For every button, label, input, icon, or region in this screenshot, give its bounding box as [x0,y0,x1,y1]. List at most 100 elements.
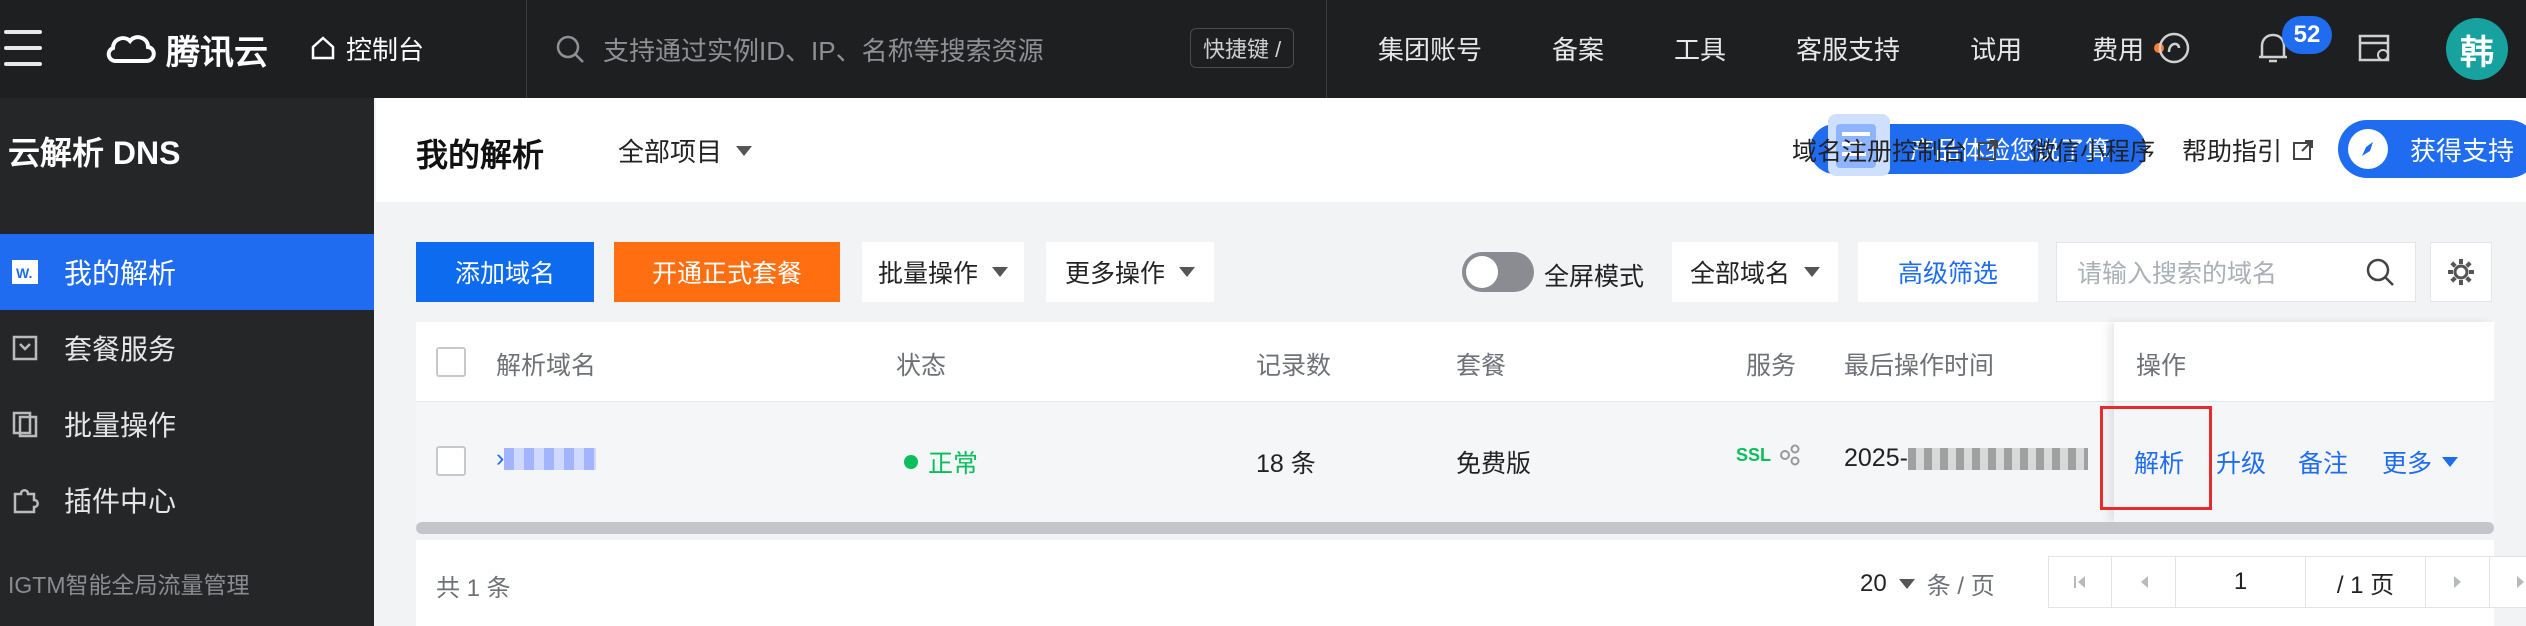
row-plan: 免费版 [1456,450,1532,478]
project-selector[interactable]: 全部项目 [618,132,753,169]
domain-filter-dropdown[interactable]: 全部域名 [1672,242,1838,302]
page-input[interactable]: 1 [2176,556,2306,608]
sidebar-item-package[interactable]: 套餐服务 [0,310,374,386]
domain-search-placeholder: 请输入搜索的域名 [2077,260,2278,288]
col-status[interactable]: 状态 [896,346,946,382]
global-search-placeholder: 支持通过实例ID、IP、名称等搜索资源 [603,35,1044,66]
open-package-button[interactable]: 开通正式套餐 [614,242,840,302]
ssl-badge[interactable]: SSL [1736,445,1771,466]
next-page-icon [2453,576,2461,588]
more-ops-label: 更多操作 [1064,260,1165,288]
highlight-box [2100,406,2212,510]
sidebar-item-label: 批量操作 [64,410,177,441]
get-support-button[interactable]: 获得支持 [2338,120,2526,178]
last-op-prefix: 2025- [1844,444,1908,472]
nav-support[interactable]: 客服支持 [1796,30,1900,67]
domain-console-label: 域名注册控制台 [1792,138,1968,166]
chevron-down-icon [2442,457,2459,467]
sidebar-item-plugins[interactable]: 插件中心 [0,462,374,538]
redacted-time [1907,448,2088,471]
row-last-op-time: 2025- [1844,444,2088,473]
help-guide-link[interactable]: 帮助指引 [2182,132,2314,168]
first-page-icon [2074,576,2085,588]
domain-filter-label: 全部域名 [1689,260,1790,288]
support-label: 获得支持 [2410,135,2515,166]
domain-search-input[interactable]: 请输入搜索的域名 [2056,242,2416,302]
note-action[interactable]: 备注 [2298,444,2348,480]
prev-page-icon [2140,576,2148,588]
wechat-miniprogram-link[interactable]: 微信小程序 [2030,132,2155,168]
miniprogram-label: 微信小程序 [2030,138,2156,166]
console-link[interactable]: 控制台 [310,28,424,68]
select-all-checkbox[interactable] [436,347,466,377]
fullscreen-label: 全屏模式 [1544,263,1645,291]
col-plan[interactable]: 套餐 [1456,346,1506,382]
cloud-logo-icon [106,35,156,63]
more-action[interactable]: 更多 [2382,444,2459,480]
sidebar-item-label: 我的解析 [64,258,177,289]
status-label: 正常 [928,450,979,478]
row-status: 正常 [904,444,978,480]
menu-icon[interactable] [4,30,42,66]
total-pages: / 1 页 [2306,556,2426,608]
row-domain-link[interactable]: › [496,444,597,473]
inbox-icon[interactable] [2356,30,2392,66]
chevron-down-icon [1804,267,1820,277]
w-doc-icon: W. [8,255,42,289]
row-service: SSL [1736,444,1801,466]
page-title: 我的解析 [416,137,545,173]
pager: 1 / 1 页 [2048,556,2526,608]
settings-button[interactable] [2430,242,2492,302]
last-page-button[interactable] [2490,556,2526,608]
col-records[interactable]: 记录数 [1256,346,1331,382]
sidebar-item-label: 插件中心 [64,486,177,517]
top-bar: 腾讯云 控制台 支持通过实例ID、IP、名称等搜索资源 快捷键 / 集团账号 备… [0,0,2526,98]
nav-billing[interactable]: 费用 [2092,30,2144,67]
sidebar-item-batch[interactable]: 批量操作 [0,386,374,462]
sidebar-item-my-dns[interactable]: W. 我的解析 [0,234,374,310]
svg-text:W.: W. [16,265,32,281]
logo[interactable]: 腾讯云 [104,24,268,74]
sidebar-title: 云解析 DNS [8,135,181,171]
status-dot-icon [904,455,918,469]
nav-trial[interactable]: 试用 [1970,30,2022,67]
add-domain-button[interactable]: 添加域名 [416,242,594,302]
help-guide-label: 帮助指引 [2182,138,2283,166]
link-icon[interactable] [1779,444,1801,466]
more-ops-dropdown[interactable]: 更多操作 [1046,242,1214,302]
nav-filing[interactable]: 备案 [1552,30,1604,67]
console-label: 控制台 [346,34,425,65]
first-page-button[interactable] [2048,556,2112,608]
global-search-input[interactable]: 支持通过实例ID、IP、名称等搜索资源 [555,26,1044,72]
horizontal-scrollbar[interactable] [416,522,2494,534]
notification-badge: 52 [2282,16,2332,54]
col-service[interactable]: 服务 [1746,346,1796,382]
top-nav: 集团账号 备案 工具 客服支持 试用 费用 [1378,28,2165,68]
compass-icon [2348,129,2388,169]
chevron-down-icon [736,145,753,156]
puzzle-icon [8,483,42,517]
copy-icon [8,407,42,441]
search-icon[interactable] [2365,257,2395,287]
next-page-button[interactable] [2426,556,2490,608]
page-size-selector[interactable]: 20 条 / 页 [1860,566,1995,601]
avatar[interactable]: 韩 [2446,18,2508,80]
col-domain[interactable]: 解析域名 [496,346,596,382]
sidebar: 云解析 DNS W. 我的解析 套餐服务 批量操作 插件中心 IGTM智能全局流… [0,98,374,626]
wechat-icon[interactable] [2156,30,2192,66]
fullscreen-toggle[interactable] [1462,252,1534,292]
advanced-filter-button[interactable]: 高级筛选 [1858,242,2038,302]
prev-page-button[interactable] [2112,556,2176,608]
nav-tools[interactable]: 工具 [1674,30,1726,67]
sidebar-item-igtm[interactable]: IGTM智能全局流量管理 [8,566,250,600]
domain-console-link[interactable]: 域名注册控制台 [1792,132,1999,168]
nav-group-account[interactable]: 集团账号 [1378,30,1482,67]
upgrade-action[interactable]: 升级 [2216,444,2266,480]
batch-ops-dropdown[interactable]: 批量操作 [862,242,1024,302]
row-checkbox[interactable] [436,446,466,476]
batch-ops-label: 批量操作 [877,260,978,288]
shortcut-hint[interactable]: 快捷键 / [1190,28,1295,68]
col-last-op-time[interactable]: 最后操作时间 [1844,346,1994,382]
project-selector-label: 全部项目 [618,137,723,167]
home-icon [311,36,335,60]
